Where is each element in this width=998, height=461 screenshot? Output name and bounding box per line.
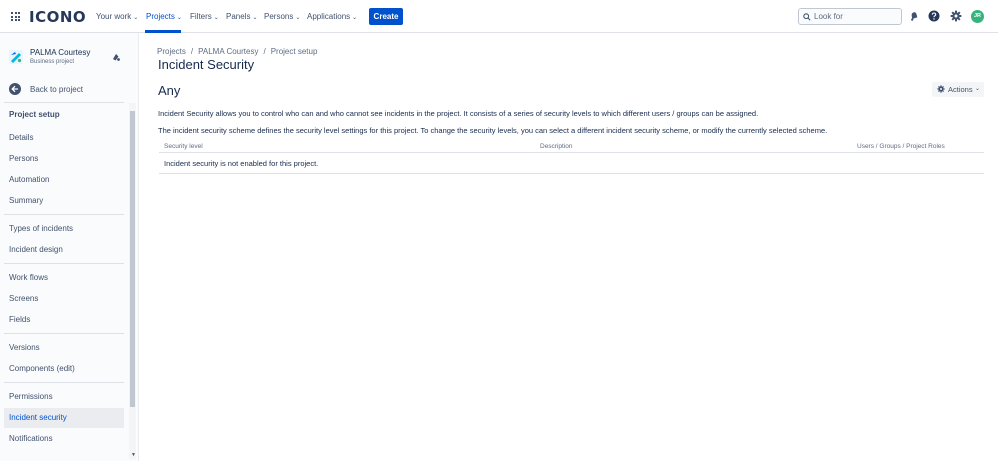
breadcrumb-projects[interactable]: Projects — [157, 47, 186, 56]
back-to-project-link[interactable]: Back to project — [9, 83, 129, 97]
column-header-description: Description — [540, 143, 573, 150]
nav-filters[interactable]: Filters ⌄ — [190, 12, 219, 21]
sidebar-item-screens[interactable]: Screens — [4, 289, 124, 309]
sidebar-item-persons[interactable]: Persons — [4, 149, 124, 169]
nav-applications[interactable]: Applications ⌄ — [307, 12, 357, 21]
gear-icon — [937, 85, 945, 93]
description-paragraph: The incident security scheme defines the… — [158, 126, 828, 135]
divider — [4, 214, 124, 215]
app-switcher-icon[interactable] — [11, 12, 20, 21]
nav-your-work-label: Your work — [96, 12, 132, 21]
page-title: Incident Security — [158, 57, 255, 72]
sidebar-scrollbar-thumb[interactable] — [130, 111, 135, 407]
create-button[interactable]: Create — [369, 8, 403, 25]
back-arrow-icon — [9, 83, 21, 95]
nav-panels[interactable]: Panels ⌄ — [226, 12, 258, 21]
scheme-name: Any — [158, 83, 181, 98]
sidebar-item-fields[interactable]: Fields — [4, 310, 124, 330]
breadcrumb-separator: / — [190, 47, 194, 56]
nav-filters-label: Filters — [190, 12, 212, 21]
chevron-down-icon: ⌄ — [295, 15, 301, 21]
column-header-users-groups-roles: Users / Groups / Project Roles — [857, 143, 945, 150]
divider — [4, 333, 124, 334]
notifications-icon[interactable] — [908, 10, 920, 22]
nav-applications-label: Applications — [307, 12, 351, 21]
divider — [4, 102, 124, 103]
project-type: Business project — [30, 59, 75, 65]
breadcrumb: Projects / PALMA Courtesy / Project setup — [157, 47, 317, 56]
chevron-down-icon: ⌄ — [975, 86, 981, 92]
active-nav-indicator — [145, 30, 181, 33]
settings-gear-icon[interactable] — [950, 10, 962, 22]
sidebar-item-types-of-incidents[interactable]: Types of incidents — [4, 219, 124, 239]
nav-panels-label: Panels — [226, 12, 251, 21]
product-logo[interactable]: ICONO — [29, 8, 86, 26]
search-box[interactable] — [798, 8, 902, 25]
table-empty-message: Incident security is not enabled for thi… — [164, 159, 319, 168]
divider — [4, 263, 124, 264]
chevron-down-icon: ⌄ — [176, 15, 182, 21]
user-avatar[interactable]: JR — [971, 10, 984, 23]
scroll-down-arrow-icon[interactable]: ▼ — [131, 452, 136, 458]
nav-projects-label: Projects — [146, 12, 175, 21]
sidebar-item-versions[interactable]: Versions — [4, 338, 124, 358]
top-navigation-bar: ICONO Your work ⌄ Projects ⌄ Filters ⌄ Pane… — [0, 0, 998, 33]
chevron-down-icon: ⌄ — [252, 15, 258, 21]
actions-button[interactable]: Actions ⌄ — [932, 82, 984, 97]
sidebar-item-automation[interactable]: Automation — [4, 170, 124, 190]
table-header-divider — [159, 152, 984, 153]
sidebar-item-incident-security[interactable]: Incident security — [4, 408, 124, 428]
sidebar-item-incident-design[interactable]: Incident design — [4, 240, 124, 260]
back-to-project-label: Back to project — [30, 85, 83, 94]
table-bottom-divider — [159, 173, 984, 174]
actions-label: Actions — [948, 85, 973, 94]
column-header-security-level: Security level — [164, 143, 203, 150]
divider — [4, 382, 124, 383]
sidebar-item-details[interactable]: Details — [4, 128, 124, 148]
search-input[interactable] — [814, 11, 898, 22]
sidebar-item-permissions[interactable]: Permissions — [4, 387, 124, 407]
breadcrumb-separator: / — [263, 47, 266, 56]
nav-persons-label: Persons — [264, 12, 294, 21]
project-settings-icon[interactable] — [111, 52, 121, 62]
sidebar-item-components[interactable]: Components (edit) — [4, 359, 124, 379]
project-avatar — [9, 50, 23, 64]
sidebar-item-summary[interactable]: Summary — [4, 191, 124, 211]
chevron-down-icon: ⌄ — [133, 15, 139, 21]
nav-your-work[interactable]: Your work ⌄ — [96, 12, 138, 21]
chevron-down-icon: ⌄ — [213, 15, 219, 21]
description-paragraph: Incident Security allows you to control … — [158, 109, 759, 118]
nav-persons[interactable]: Persons ⌄ — [264, 12, 300, 21]
project-sidebar: PALMA Courtesy Business project Back to … — [0, 33, 139, 461]
nav-projects[interactable]: Projects ⌄ — [146, 12, 182, 21]
breadcrumb-project[interactable]: PALMA Courtesy — [198, 47, 258, 56]
sidebar-item-notifications[interactable]: Notifications — [4, 429, 124, 449]
search-icon — [803, 13, 811, 21]
help-icon[interactable] — [928, 10, 940, 22]
chevron-down-icon: ⌄ — [352, 15, 358, 21]
breadcrumb-project-setup[interactable]: Project setup — [271, 47, 318, 56]
sidebar-heading: Project setup — [9, 110, 60, 119]
sidebar-item-work-flows[interactable]: Work flows — [4, 268, 124, 288]
project-name: PALMA Courtesy — [30, 48, 91, 57]
